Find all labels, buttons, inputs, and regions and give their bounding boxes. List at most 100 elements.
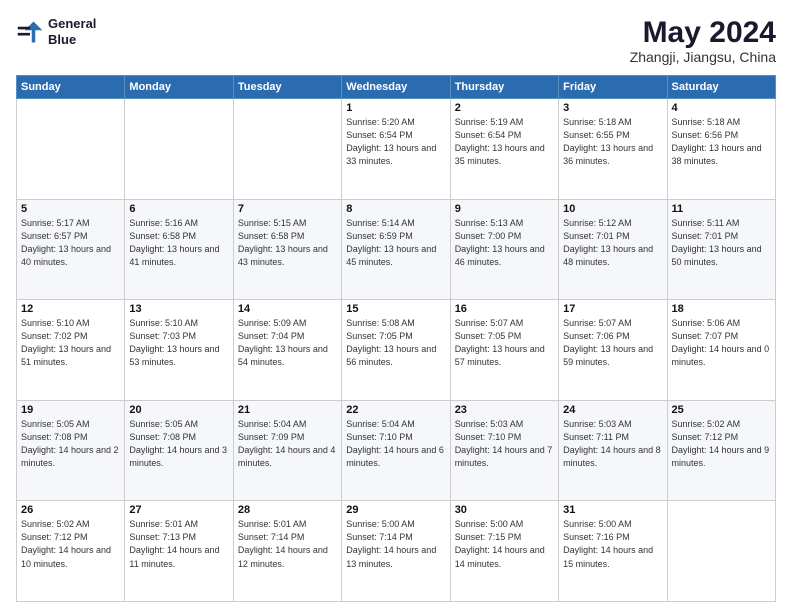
day-number: 28 — [238, 504, 337, 516]
day-info: Sunrise: 5:06 AM Sunset: 7:07 PM Dayligh… — [672, 317, 771, 369]
day-number: 7 — [238, 203, 337, 215]
calendar-cell: 2 Sunrise: 5:19 AM Sunset: 6:54 PM Daylig… — [450, 99, 558, 200]
day-info: Sunrise: 5:01 AM Sunset: 7:14 PM Dayligh… — [238, 518, 337, 570]
day-number: 13 — [129, 303, 228, 315]
col-header-monday: Monday — [125, 76, 233, 99]
day-number: 21 — [238, 404, 337, 416]
calendar-cell: 7 Sunrise: 5:15 AM Sunset: 6:58 PM Daylig… — [233, 199, 341, 300]
day-number: 23 — [455, 404, 554, 416]
calendar-cell: 5Sunrise: 5:17 AM Sunset: 6:57 PM Daylig… — [17, 199, 125, 300]
day-number: 8 — [346, 203, 445, 215]
day-info: Sunrise: 5:20 AM Sunset: 6:54 PM Dayligh… — [346, 116, 445, 168]
day-info: Sunrise: 5:12 AM Sunset: 7:01 PM Dayligh… — [563, 217, 662, 269]
col-header-sunday: Sunday — [17, 76, 125, 99]
col-header-wednesday: Wednesday — [342, 76, 450, 99]
calendar-cell: 12 Sunrise: 5:10 AM Sunset: 7:02 PM Dayli… — [17, 300, 125, 401]
subtitle: Zhangji, Jiangsu, China — [630, 49, 776, 65]
day-info: Sunrise: 5:13 AM Sunset: 7:00 PM Dayligh… — [455, 217, 554, 269]
day-number: 9 — [455, 203, 554, 215]
main-title: May 2024 — [630, 16, 776, 49]
day-info: Sunrise: 5:19 AM Sunset: 6:54 PM Dayligh… — [455, 116, 554, 168]
day-number: 27 — [129, 504, 228, 516]
calendar-cell: 13Sunrise: 5:10 AM Sunset: 7:03 PM Dayli… — [125, 300, 233, 401]
day-number: 1 — [346, 102, 445, 114]
calendar-cell: 4 Sunrise: 5:18 AM Sunset: 6:56 PM Daylig… — [667, 99, 775, 200]
day-number: 2 — [455, 102, 554, 114]
day-info: Sunrise: 5:00 AM Sunset: 7:14 PM Dayligh… — [346, 518, 445, 570]
calendar-header-row: SundayMondayTuesdayWednesdayThursdayFrid… — [17, 76, 776, 99]
day-info: Sunrise: 5:09 AM Sunset: 7:04 PM Dayligh… — [238, 317, 337, 369]
calendar-cell: 10 Sunrise: 5:12 AM Sunset: 7:01 PM Dayli… — [559, 199, 667, 300]
day-info: Sunrise: 5:14 AM Sunset: 6:59 PM Dayligh… — [346, 217, 445, 269]
calendar-cell — [17, 99, 125, 200]
calendar-cell: 31 Sunrise: 5:00 AM Sunset: 7:16 PM Dayli… — [559, 501, 667, 602]
logo-icon — [16, 18, 44, 46]
calendar-cell: 24 Sunrise: 5:03 AM Sunset: 7:11 PM Dayli… — [559, 400, 667, 501]
day-number: 17 — [563, 303, 662, 315]
day-number: 4 — [672, 102, 771, 114]
calendar-cell: 9 Sunrise: 5:13 AM Sunset: 7:00 PM Daylig… — [450, 199, 558, 300]
calendar-cell: 6 Sunrise: 5:16 AM Sunset: 6:58 PM Daylig… — [125, 199, 233, 300]
calendar-cell: 27Sunrise: 5:01 AM Sunset: 7:13 PM Dayli… — [125, 501, 233, 602]
day-info: Sunrise: 5:04 AM Sunset: 7:09 PM Dayligh… — [238, 418, 337, 470]
calendar-cell: 3 Sunrise: 5:18 AM Sunset: 6:55 PM Daylig… — [559, 99, 667, 200]
day-number: 18 — [672, 303, 771, 315]
day-info: Sunrise: 5:07 AM Sunset: 7:06 PM Dayligh… — [563, 317, 662, 369]
col-header-tuesday: Tuesday — [233, 76, 341, 99]
calendar-cell: 11 Sunrise: 5:11 AM Sunset: 7:01 PM Dayli… — [667, 199, 775, 300]
day-number: 15 — [346, 303, 445, 315]
day-number: 12 — [21, 303, 120, 315]
calendar-cell: 20 Sunrise: 5:05 AM Sunset: 7:08 PM Dayli… — [125, 400, 233, 501]
logo-line1: General — [48, 16, 96, 32]
day-number: 30 — [455, 504, 554, 516]
calendar-cell: 14 Sunrise: 5:09 AM Sunset: 7:04 PM Dayli… — [233, 300, 341, 401]
calendar-week-0: 1 Sunrise: 5:20 AM Sunset: 6:54 PM Daylig… — [17, 99, 776, 200]
day-info: Sunrise: 5:11 AM Sunset: 7:01 PM Dayligh… — [672, 217, 771, 269]
calendar-cell: 21 Sunrise: 5:04 AM Sunset: 7:09 PM Dayli… — [233, 400, 341, 501]
title-block: May 2024 Zhangji, Jiangsu, China — [630, 16, 776, 65]
calendar-week-4: 26 Sunrise: 5:02 AM Sunset: 7:12 PM Dayli… — [17, 501, 776, 602]
calendar-cell: 8 Sunrise: 5:14 AM Sunset: 6:59 PM Daylig… — [342, 199, 450, 300]
calendar-cell: 22Sunrise: 5:04 AM Sunset: 7:10 PM Dayli… — [342, 400, 450, 501]
day-info: Sunrise: 5:00 AM Sunset: 7:16 PM Dayligh… — [563, 518, 662, 570]
col-header-friday: Friday — [559, 76, 667, 99]
calendar-cell: 15 Sunrise: 5:08 AM Sunset: 7:05 PM Dayli… — [342, 300, 450, 401]
page: General Blue May 2024 Zhangji, Jiangsu, … — [0, 0, 792, 612]
day-info: Sunrise: 5:15 AM Sunset: 6:58 PM Dayligh… — [238, 217, 337, 269]
calendar-cell — [667, 501, 775, 602]
calendar-cell: 16 Sunrise: 5:07 AM Sunset: 7:05 PM Dayli… — [450, 300, 558, 401]
col-header-thursday: Thursday — [450, 76, 558, 99]
calendar-cell: 18 Sunrise: 5:06 AM Sunset: 7:07 PM Dayli… — [667, 300, 775, 401]
day-number: 19 — [21, 404, 120, 416]
calendar-cell: 26 Sunrise: 5:02 AM Sunset: 7:12 PM Dayli… — [17, 501, 125, 602]
day-info: Sunrise: 5:05 AM Sunset: 7:08 PM Dayligh… — [129, 418, 228, 470]
day-number: 20 — [129, 404, 228, 416]
day-number: 31 — [563, 504, 662, 516]
day-info: Sunrise: 5:04 AM Sunset: 7:10 PM Dayligh… — [346, 418, 445, 470]
day-number: 10 — [563, 203, 662, 215]
day-number: 3 — [563, 102, 662, 114]
day-info: Sunrise: 5:18 AM Sunset: 6:55 PM Dayligh… — [563, 116, 662, 168]
col-header-saturday: Saturday — [667, 76, 775, 99]
day-info: Sunrise: 5:03 AM Sunset: 7:11 PM Dayligh… — [563, 418, 662, 470]
day-info: Sunrise: 5:02 AM Sunset: 7:12 PM Dayligh… — [21, 518, 120, 570]
day-number: 16 — [455, 303, 554, 315]
day-info: Sunrise: 5:07 AM Sunset: 7:05 PM Dayligh… — [455, 317, 554, 369]
calendar-cell: 17 Sunrise: 5:07 AM Sunset: 7:06 PM Dayli… — [559, 300, 667, 401]
day-info: Sunrise: 5:18 AM Sunset: 6:56 PM Dayligh… — [672, 116, 771, 168]
logo-line2: Blue — [48, 32, 96, 48]
day-info: Sunrise: 5:05 AM Sunset: 7:08 PM Dayligh… — [21, 418, 120, 470]
day-number: 11 — [672, 203, 771, 215]
day-number: 26 — [21, 504, 120, 516]
day-number: 14 — [238, 303, 337, 315]
day-info: Sunrise: 5:16 AM Sunset: 6:58 PM Dayligh… — [129, 217, 228, 269]
calendar-week-2: 12 Sunrise: 5:10 AM Sunset: 7:02 PM Dayli… — [17, 300, 776, 401]
day-number: 24 — [563, 404, 662, 416]
calendar-cell: 30 Sunrise: 5:00 AM Sunset: 7:15 PM Dayli… — [450, 501, 558, 602]
day-number: 6 — [129, 203, 228, 215]
day-info: Sunrise: 5:08 AM Sunset: 7:05 PM Dayligh… — [346, 317, 445, 369]
day-info: Sunrise: 5:10 AM Sunset: 7:02 PM Dayligh… — [21, 317, 120, 369]
day-info: Sunrise: 5:00 AM Sunset: 7:15 PM Dayligh… — [455, 518, 554, 570]
calendar-cell: 1 Sunrise: 5:20 AM Sunset: 6:54 PM Daylig… — [342, 99, 450, 200]
calendar-week-1: 5Sunrise: 5:17 AM Sunset: 6:57 PM Daylig… — [17, 199, 776, 300]
